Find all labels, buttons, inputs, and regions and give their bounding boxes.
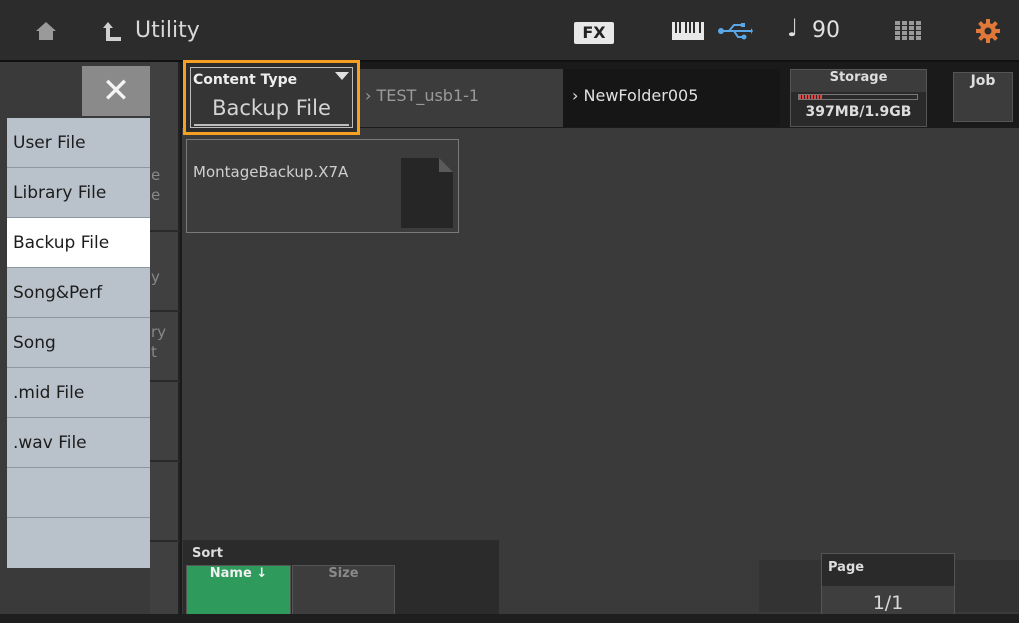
storage-indicator: Storage 397MB/1.9GB	[790, 69, 927, 127]
up-level-icon[interactable]	[94, 0, 130, 62]
page-next-area[interactable]	[955, 560, 1019, 612]
page-label: Page	[828, 560, 865, 575]
breadcrumb-current-label: NewFolder005	[583, 86, 699, 105]
chevron-right-icon: ›	[572, 86, 579, 105]
side-tab-fragment: ry	[151, 323, 167, 341]
breadcrumb-parent-label: TEST_usb1-1	[376, 86, 480, 105]
page-prev-area[interactable]	[759, 560, 821, 612]
content-type-dropdown: User File Library File Backup File Song&…	[7, 118, 150, 568]
chevron-right-icon: ›	[365, 86, 372, 105]
file-item[interactable]: MontageBackup.X7A	[186, 139, 459, 233]
side-tab-fragment: t	[151, 343, 157, 361]
breadcrumb-current[interactable]: › NewFolder005	[572, 86, 698, 105]
storage-value: 397MB/1.9GB	[805, 104, 912, 120]
keyboard-icon	[668, 0, 708, 62]
content-type-value: Backup File	[212, 96, 331, 120]
storage-bar	[798, 94, 918, 100]
content-type-label: Content Type	[193, 72, 298, 88]
sort-by-name-button[interactable]: Name ↓	[186, 565, 291, 615]
dropdown-item-song[interactable]: Song	[7, 318, 150, 368]
top-bar: Utility FX ♩ 90	[0, 0, 1019, 62]
gear-icon[interactable]	[970, 0, 1006, 62]
storage-bar-fill	[799, 95, 823, 99]
dropdown-item-song-perf[interactable]: Song&Perf	[7, 268, 150, 318]
content-type-underline	[194, 124, 349, 126]
dropdown-item-empty[interactable]	[7, 468, 150, 518]
fx-indicator: FX	[574, 22, 614, 44]
sort-label: Sort	[192, 546, 223, 561]
dropdown-item-backup-file[interactable]: Backup File	[7, 218, 150, 268]
content-type-select[interactable]: Content Type Backup File	[183, 60, 360, 135]
dropdown-item-library-file[interactable]: Library File	[7, 168, 150, 218]
breadcrumb-parent[interactable]: › TEST_usb1-1	[365, 86, 479, 105]
tempo-value[interactable]: 90	[812, 0, 840, 62]
dropdown-item-wav-file[interactable]: .wav File	[7, 418, 150, 468]
sort-by-size-button[interactable]: Size	[292, 565, 395, 615]
file-icon	[401, 158, 453, 228]
dropdown-item-user-file[interactable]: User File	[7, 118, 150, 168]
usb-icon	[713, 0, 757, 62]
home-icon[interactable]	[28, 0, 64, 62]
dropdown-item-empty[interactable]	[7, 518, 150, 568]
file-name: MontageBackup.X7A	[193, 163, 349, 181]
page-title: Utility	[135, 18, 200, 43]
close-icon: ✕	[101, 71, 131, 111]
page-indicator: Page 1/1	[821, 553, 955, 623]
grid-icon[interactable]	[888, 0, 928, 62]
side-tab-fragment: e	[151, 166, 161, 184]
dropdown-item-mid-file[interactable]: .mid File	[7, 368, 150, 418]
storage-label: Storage	[791, 70, 926, 92]
note-icon: ♩	[787, 14, 799, 42]
dropdown-arrow-icon	[335, 72, 349, 80]
job-button[interactable]: Job	[953, 72, 1013, 122]
close-button[interactable]: ✕	[82, 66, 150, 116]
bottom-edge	[0, 614, 1019, 623]
side-tab-fragment: y	[151, 268, 160, 286]
side-tab-fragment: e	[151, 186, 161, 204]
